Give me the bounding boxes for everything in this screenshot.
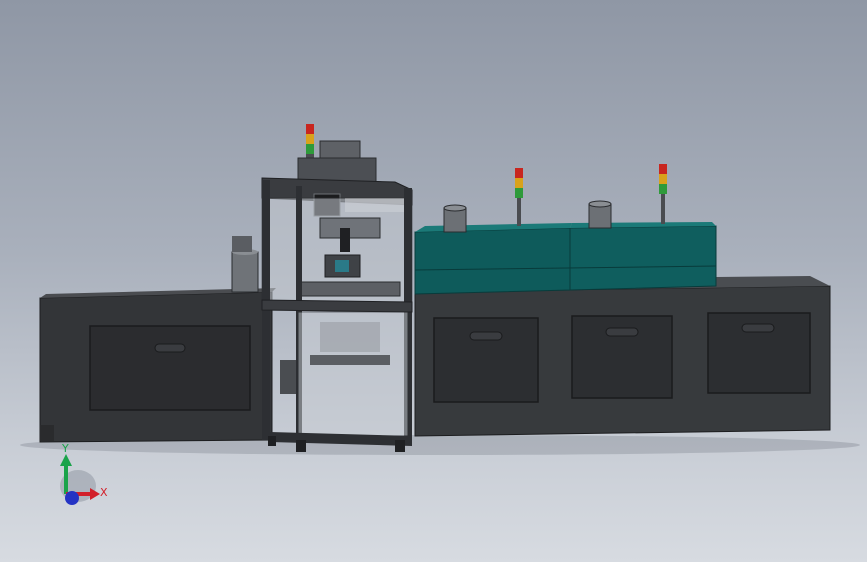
oven-hood[interactable] — [414, 200, 717, 295]
signal-tower-2 — [515, 168, 523, 226]
triad-x-label: X — [100, 486, 108, 499]
workstation-frame[interactable] — [261, 140, 413, 452]
signal-tower-3 — [659, 164, 667, 224]
cad-viewport[interactable]: Y X — [0, 0, 867, 562]
coordinate-triad: Y X — [60, 442, 108, 505]
exhaust-stack — [588, 203, 612, 229]
exhaust-stack — [443, 207, 467, 233]
left-conveyor-housing[interactable] — [39, 288, 276, 443]
triad-y-label: Y — [61, 442, 69, 455]
fluid-canister — [231, 236, 259, 293]
right-oven-body[interactable] — [414, 276, 831, 437]
